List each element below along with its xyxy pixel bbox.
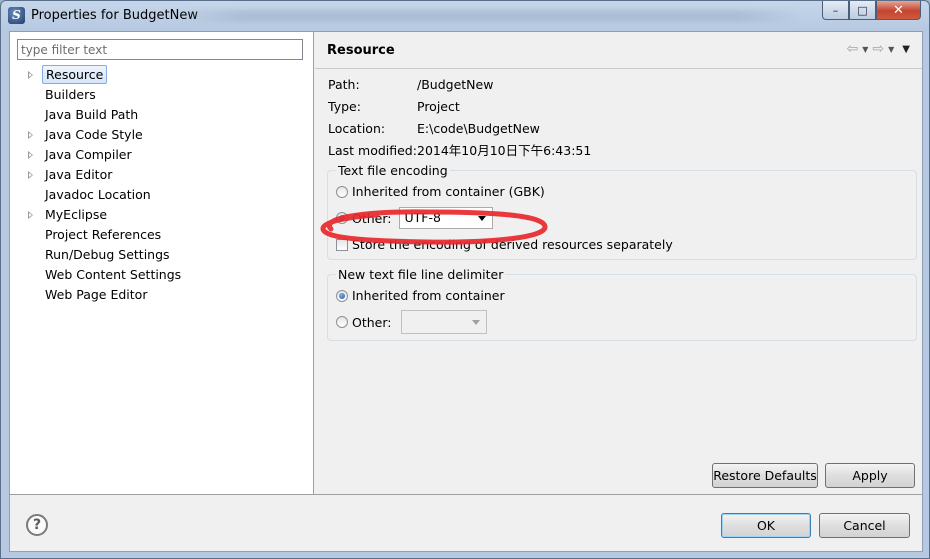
store-encoding-option[interactable]: Store the encoding of derived resources … <box>336 237 673 252</box>
tree-item-label: Java Compiler <box>45 147 132 162</box>
group-title: New text file line delimiter <box>336 267 506 282</box>
radio-label: Other: <box>352 314 392 330</box>
tree-item-web-content-settings[interactable]: Web Content Settings <box>24 265 184 285</box>
tree-item-java-compiler[interactable]: Java Compiler <box>24 145 184 165</box>
dropdown-arrow-icon[interactable] <box>478 216 487 221</box>
tree-item-label: Java Build Path <box>45 107 139 122</box>
prop-key: Location: <box>328 121 386 136</box>
prop-value: E:\code\BudgetNew <box>417 121 540 136</box>
title-bar[interactable]: S Properties for BudgetNew – □ ✕ <box>1 1 929 31</box>
page-navigation: ⇦ ▼ ⇨ ▼ ▼ <box>847 41 910 57</box>
prop-last-modified: Last modified:2014年10月10日下午6:43:51 <box>328 140 591 162</box>
prop-value: Project <box>417 99 460 114</box>
combo-value: UTF-8 <box>404 210 441 225</box>
tree-item-label: Resource <box>42 65 108 84</box>
back-history-dropdown-icon[interactable]: ▼ <box>862 45 868 54</box>
encoding-inherited-option[interactable]: Inherited from container (GBK) <box>336 184 545 199</box>
encoding-combo[interactable]: UTF-8 <box>399 207 494 229</box>
tree-item-label: Javadoc Location <box>45 187 151 202</box>
tree-item-web-page-editor[interactable]: Web Page Editor <box>24 285 184 305</box>
window-title: Properties for BudgetNew <box>31 8 198 23</box>
store-encoding-checkbox[interactable] <box>336 238 348 251</box>
tree-item-label: Builders <box>45 87 96 102</box>
radio-label: Inherited from container <box>352 288 505 303</box>
forward-arrow-icon[interactable]: ⇨ <box>872 41 884 57</box>
resource-info: Path: /BudgetNew Type: Project Location: E:… <box>328 74 591 162</box>
expand-arrow-icon[interactable] <box>28 171 33 179</box>
dialog-client-area: Resource Builders Java Build Path Java Code… <box>9 31 923 552</box>
button-bar-divider <box>10 494 922 495</box>
view-menu-icon[interactable]: ▼ <box>902 44 910 55</box>
prop-type: Type: Project <box>328 96 591 118</box>
minimize-button[interactable]: – <box>822 1 849 20</box>
properties-tree-pane: Resource Builders Java Build Path Java Code… <box>10 32 314 494</box>
restore-defaults-button[interactable]: Restore Defaults <box>712 463 818 488</box>
tree-item-run-debug-settings[interactable]: Run/Debug Settings <box>24 245 184 265</box>
page-header: Resource ⇦ ▼ ⇨ ▼ ▼ <box>315 32 922 68</box>
prop-value: 2014年10月10日下午6:43:51 <box>417 143 592 158</box>
prop-location: Location: E:\code\BudgetNew <box>328 118 591 140</box>
window-controls: – □ ✕ <box>822 1 921 21</box>
tree-item-java-editor[interactable]: Java Editor <box>24 165 184 185</box>
delimiter-other-option[interactable]: Other: <box>336 310 488 334</box>
prop-path: Path: /BudgetNew <box>328 74 591 96</box>
maximize-button[interactable]: □ <box>849 1 876 20</box>
expand-arrow-icon[interactable] <box>28 131 33 139</box>
encoding-other-option[interactable]: Other: UTF-8 <box>336 207 494 229</box>
tree-item-label: Web Content Settings <box>45 267 182 282</box>
back-arrow-icon[interactable]: ⇦ <box>847 41 859 57</box>
checkbox-label: Store the encoding of derived resources … <box>352 237 673 252</box>
delimiter-inherited-radio[interactable] <box>336 289 348 302</box>
tree-item-myeclipse[interactable]: MyEclipse <box>24 205 184 225</box>
tree-item-java-build-path[interactable]: Java Build Path <box>24 105 184 125</box>
apply-button[interactable]: Apply <box>825 463 915 488</box>
text-encoding-group: Text file encoding Inherited from contai… <box>320 163 917 260</box>
group-title: Text file encoding <box>336 163 450 178</box>
delimiter-inherited-option[interactable]: Inherited from container <box>336 288 505 303</box>
tree-item-label: Project References <box>45 227 162 242</box>
close-button[interactable]: ✕ <box>876 1 921 20</box>
forward-history-dropdown-icon[interactable]: ▼ <box>888 45 894 54</box>
header-divider <box>315 68 922 69</box>
expand-arrow-icon[interactable] <box>28 151 33 159</box>
tree-item-label: Run/Debug Settings <box>45 247 170 262</box>
encoding-inherited-radio[interactable] <box>336 185 348 198</box>
filter-input[interactable] <box>17 39 303 60</box>
title-blur-area <box>181 10 801 22</box>
page-title: Resource <box>327 43 395 58</box>
delimiter-combo[interactable] <box>401 310 488 334</box>
radio-label: Inherited from container (GBK) <box>352 184 545 199</box>
tree-item-label: Java Code Style <box>45 127 143 142</box>
properties-tree: Resource Builders Java Build Path Java Code… <box>24 65 184 305</box>
prop-key: Last modified: <box>328 143 417 158</box>
prop-key: Path: <box>328 77 360 92</box>
prop-key: Type: <box>328 99 361 114</box>
expand-arrow-icon[interactable] <box>28 71 33 79</box>
line-delimiter-group: New text file line delimiter Inherited f… <box>327 267 917 341</box>
delimiter-other-radio[interactable] <box>336 316 348 328</box>
expand-arrow-icon[interactable] <box>28 211 33 219</box>
tree-item-label: Web Page Editor <box>45 287 148 302</box>
tree-item-javadoc-location[interactable]: Javadoc Location <box>24 185 184 205</box>
tree-item-project-references[interactable]: Project References <box>24 225 184 245</box>
property-page: Resource ⇦ ▼ ⇨ ▼ ▼ Path: /BudgetNew Type:… <box>315 32 922 494</box>
tree-item-label: Java Editor <box>45 167 113 182</box>
properties-dialog: S Properties for BudgetNew – □ ✕ Resourc… <box>0 0 930 559</box>
prop-value: /BudgetNew <box>417 77 494 92</box>
radio-label: Other: <box>352 210 392 226</box>
cancel-button[interactable]: Cancel <box>819 513 910 538</box>
encoding-other-radio[interactable] <box>336 212 348 224</box>
dropdown-arrow-icon[interactable] <box>472 320 481 325</box>
tree-item-resource[interactable]: Resource <box>24 65 184 85</box>
tree-item-java-code-style[interactable]: Java Code Style <box>24 125 184 145</box>
help-icon[interactable]: ? <box>26 514 48 536</box>
ok-button[interactable]: OK <box>721 513 811 538</box>
app-icon: S <box>8 7 25 24</box>
tree-item-label: MyEclipse <box>45 207 108 222</box>
tree-item-builders[interactable]: Builders <box>24 85 184 105</box>
